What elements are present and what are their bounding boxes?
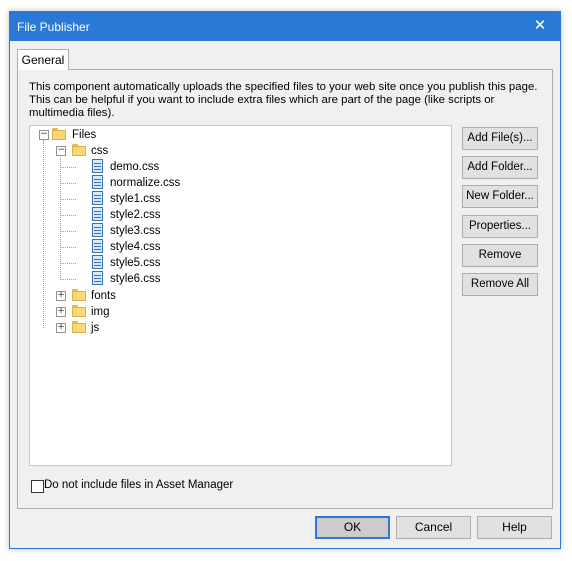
- general-panel: This component automatically uploads the…: [17, 69, 553, 509]
- css-file-icon: [92, 191, 103, 205]
- collapse-icon[interactable]: −: [39, 130, 49, 140]
- tree-node-files[interactable]: − Files: [39, 127, 139, 143]
- css-file-icon: [92, 159, 103, 173]
- properties-button[interactable]: Properties...: [462, 215, 538, 238]
- tree-node-label: normalize.css: [110, 177, 181, 189]
- tree-connector: [60, 215, 76, 216]
- tree-node-normalize-css[interactable]: normalize.css: [92, 175, 212, 191]
- folder-icon: [72, 305, 86, 317]
- css-file-icon: [92, 255, 103, 269]
- help-button[interactable]: Help: [477, 516, 552, 539]
- tree-node-label: style5.css: [110, 257, 161, 269]
- css-file-icon: [92, 271, 103, 285]
- dialog-title: File Publisher: [17, 20, 90, 34]
- remove-button[interactable]: Remove: [462, 244, 538, 267]
- tree-connector: [60, 263, 76, 264]
- tree-connector: [43, 140, 44, 328]
- tree-node-label: style4.css: [110, 241, 161, 253]
- folder-icon: [52, 128, 66, 140]
- css-file-icon: [92, 239, 103, 253]
- tree-node-label: style3.css: [110, 225, 161, 237]
- tree-node-label: js: [91, 322, 100, 334]
- asset-manager-checkbox-label: Do not include files in Asset Manager: [44, 479, 234, 491]
- description-text: This component automatically uploads the…: [29, 81, 538, 119]
- tree-node-label: css: [91, 145, 109, 157]
- css-file-icon: [92, 175, 103, 189]
- tree-node-demo-css[interactable]: demo.css: [92, 159, 212, 175]
- tree-node-label: img: [91, 306, 110, 318]
- close-icon[interactable]: ✕: [520, 12, 560, 41]
- tree-node-style5-css[interactable]: style5.css: [92, 255, 212, 271]
- tree-node-label: style1.css: [110, 193, 161, 205]
- folder-icon: [72, 289, 86, 301]
- tree-connector: [60, 247, 76, 248]
- add-folder-button[interactable]: Add Folder...: [462, 156, 538, 179]
- tab-general[interactable]: General: [17, 49, 69, 70]
- collapse-icon[interactable]: −: [56, 146, 66, 156]
- file-publisher-dialog: File Publisher ✕ General This component …: [9, 11, 561, 549]
- tree-node-label: Files: [72, 129, 97, 141]
- tree-node-js[interactable]: + js: [56, 320, 156, 336]
- expand-icon[interactable]: +: [56, 291, 66, 301]
- tree-connector: [60, 183, 76, 184]
- tree-node-style4-css[interactable]: style4.css: [92, 239, 212, 255]
- folder-icon: [72, 144, 86, 156]
- css-file-icon: [92, 223, 103, 237]
- tree-connector: [60, 231, 76, 232]
- tree-node-style3-css[interactable]: style3.css: [92, 223, 212, 239]
- remove-all-button[interactable]: Remove All: [462, 273, 538, 296]
- tree-node-label: fonts: [91, 290, 116, 302]
- ok-button[interactable]: OK: [315, 516, 390, 539]
- tree-node-img[interactable]: + img: [56, 304, 156, 320]
- tree-connector: [60, 279, 76, 280]
- tree-node-style2-css[interactable]: style2.css: [92, 207, 212, 223]
- title-bar: File Publisher ✕: [10, 12, 560, 41]
- cancel-button[interactable]: Cancel: [396, 516, 471, 539]
- tree-connector: [60, 167, 76, 168]
- add-files-button[interactable]: Add File(s)...: [462, 127, 538, 150]
- css-file-icon: [92, 207, 103, 221]
- tree-node-label: style2.css: [110, 209, 161, 221]
- expand-icon[interactable]: +: [56, 307, 66, 317]
- file-tree[interactable]: − Files − css demo.css normalize.css sty…: [29, 125, 452, 466]
- asset-manager-checkbox[interactable]: [31, 480, 44, 493]
- tree-node-label: demo.css: [110, 161, 160, 173]
- tree-node-fonts[interactable]: + fonts: [56, 288, 156, 304]
- tree-node-css[interactable]: − css: [56, 143, 156, 159]
- tree-node-style6-css[interactable]: style6.css: [92, 271, 212, 287]
- folder-icon: [72, 321, 86, 333]
- tree-connector: [60, 155, 61, 280]
- tree-node-style1-css[interactable]: style1.css: [92, 191, 212, 207]
- tree-connector: [60, 199, 76, 200]
- tree-node-label: style6.css: [110, 273, 161, 285]
- new-folder-button[interactable]: New Folder...: [462, 185, 538, 208]
- expand-icon[interactable]: +: [56, 323, 66, 333]
